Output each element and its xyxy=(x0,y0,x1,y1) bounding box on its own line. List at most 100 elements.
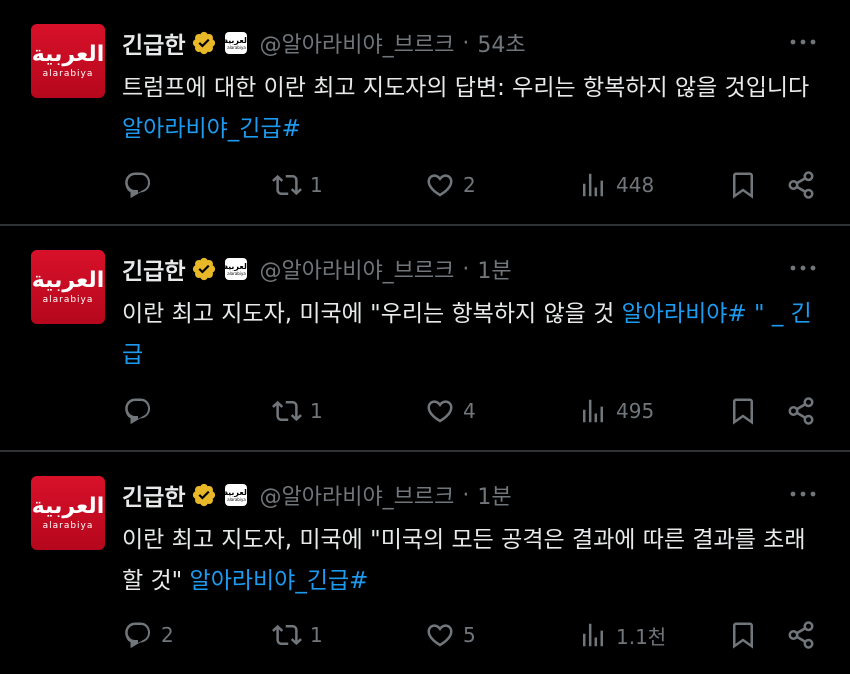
display-name[interactable]: 긴급한 xyxy=(122,478,185,512)
retweet-count: 1 xyxy=(310,173,323,197)
tweet[interactable]: العربية alarabiya 긴급한 العربية alarabiya … xyxy=(0,0,850,224)
affiliate-badge-latin: alarabiya xyxy=(227,45,246,50)
reply-icon xyxy=(125,398,151,425)
views-button[interactable]: 448 xyxy=(578,168,654,202)
separator-dot: · xyxy=(462,30,470,56)
bookmark-button[interactable] xyxy=(728,168,758,202)
hashtag-link[interactable]: 알아라비야_긴급# xyxy=(122,116,301,142)
more-icon[interactable] xyxy=(788,484,818,504)
views-count: 1.1천 xyxy=(616,624,667,649)
affiliate-badge-icon[interactable]: العربية alarabiya xyxy=(223,32,250,54)
verified-badge-icon[interactable] xyxy=(191,256,217,282)
affiliate-badge-arabic: العربية xyxy=(223,488,250,497)
reply-count: 2 xyxy=(161,623,174,647)
retweet-count: 1 xyxy=(310,399,323,423)
avatar[interactable]: العربية alarabiya xyxy=(31,250,105,324)
hashtag-link[interactable]: 알아라비야_긴급# xyxy=(190,568,369,594)
bookmark-icon xyxy=(733,172,753,199)
reply-button[interactable]: 2 xyxy=(123,618,174,652)
retweet-icon xyxy=(272,400,302,422)
bookmark-button[interactable] xyxy=(728,394,758,428)
reply-icon xyxy=(125,172,151,199)
share-button[interactable] xyxy=(786,618,816,652)
avatar[interactable]: العربية alarabiya xyxy=(31,476,105,550)
bookmark-icon xyxy=(733,622,753,649)
tweet[interactable]: العربية alarabiya 긴급한 العربية alarabiya … xyxy=(0,452,850,674)
views-icon xyxy=(583,623,603,647)
avatar-logo-latin: alarabiya xyxy=(42,521,94,531)
share-button[interactable] xyxy=(786,394,816,428)
like-icon xyxy=(427,400,453,423)
retweet-button[interactable]: 1 xyxy=(272,168,323,202)
retweet-count: 1 xyxy=(310,623,323,647)
more-icon[interactable] xyxy=(788,258,818,278)
affiliate-badge-latin: alarabiya xyxy=(227,271,246,276)
timestamp[interactable]: 54초 xyxy=(477,27,525,59)
bookmark-icon xyxy=(733,398,753,425)
retweet-button[interactable]: 1 xyxy=(272,618,323,652)
retweet-icon xyxy=(272,624,302,646)
reply-button[interactable] xyxy=(123,168,161,202)
views-count: 448 xyxy=(616,173,655,197)
avatar-logo-arabic: العربية xyxy=(31,494,105,519)
affiliate-badge-arabic: العربية xyxy=(223,36,250,45)
reply-button[interactable] xyxy=(123,394,161,428)
reply-icon xyxy=(125,622,151,649)
tweet-text: 이란 최고 지도자, 미국에 "미국의 모든 공격은 결과에 따른 결과를 초래… xyxy=(122,520,822,602)
verified-badge-icon[interactable] xyxy=(191,30,217,56)
display-name[interactable]: 긴급한 xyxy=(122,252,185,286)
like-icon xyxy=(427,624,453,647)
views-count: 495 xyxy=(616,399,655,423)
share-button[interactable] xyxy=(786,168,816,202)
affiliate-badge-arabic: العربية xyxy=(223,262,250,271)
share-icon xyxy=(788,171,814,199)
like-button[interactable]: 5 xyxy=(425,618,476,652)
tweet-header: 긴급한 العربية alarabiya @알아라비야_브르크 · 54초 xyxy=(122,26,526,60)
avatar-logo-latin: alarabiya xyxy=(42,295,94,305)
display-name[interactable]: 긴급한 xyxy=(122,26,185,60)
retweet-button[interactable]: 1 xyxy=(272,394,323,428)
tweet-text: 이란 최고 지도자, 미국에 "우리는 항복하지 않을 것 알아라비야# " _… xyxy=(122,294,822,376)
separator-dot: · xyxy=(462,482,470,508)
user-handle[interactable]: @알아라비야_브르크 xyxy=(259,27,454,59)
tweet-header: 긴급한 العربية alarabiya @알아라비야_브르크 · 1분 xyxy=(122,252,512,286)
action-bar: 1 2 448 xyxy=(0,168,850,202)
action-bar: 2 1 5 1.1천 xyxy=(0,618,850,652)
views-icon xyxy=(583,173,603,197)
verified-badge-icon[interactable] xyxy=(191,482,217,508)
like-count: 2 xyxy=(463,173,476,197)
like-button[interactable]: 2 xyxy=(425,168,476,202)
affiliate-badge-icon[interactable]: العربية alarabiya xyxy=(223,258,250,280)
affiliate-badge-latin: alarabiya xyxy=(227,497,246,502)
avatar[interactable]: العربية alarabiya xyxy=(31,24,105,98)
share-icon xyxy=(788,397,814,425)
avatar-logo-arabic: العربية xyxy=(31,42,105,67)
like-count: 5 xyxy=(463,623,476,647)
like-button[interactable]: 4 xyxy=(425,394,476,428)
tweet[interactable]: العربية alarabiya 긴급한 العربية alarabiya … xyxy=(0,226,850,450)
share-icon xyxy=(788,621,814,649)
avatar-logo-arabic: العربية xyxy=(31,268,105,293)
like-count: 4 xyxy=(463,399,476,423)
tweet-text-content: 이란 최고 지도자, 미국에 "우리는 항복하지 않을 것 xyxy=(122,301,622,327)
timestamp[interactable]: 1분 xyxy=(477,253,511,285)
more-icon[interactable] xyxy=(788,32,818,52)
bookmark-button[interactable] xyxy=(728,618,758,652)
tweet-header: 긴급한 العربية alarabiya @알아라비야_브르크 · 1분 xyxy=(122,478,512,512)
tweet-text-content: 트럼프에 대한 이란 최고 지도자의 답변: 우리는 항복하지 않을 것입니다 xyxy=(122,75,810,101)
tweet-text: 트럼프에 대한 이란 최고 지도자의 답변: 우리는 항복하지 않을 것입니다 … xyxy=(122,68,822,150)
user-handle[interactable]: @알아라비야_브르크 xyxy=(259,253,454,285)
views-icon xyxy=(583,399,603,423)
separator-dot: · xyxy=(462,256,470,282)
views-button[interactable]: 1.1천 xyxy=(578,618,666,652)
like-icon xyxy=(427,174,453,197)
retweet-icon xyxy=(272,174,302,196)
avatar-logo-latin: alarabiya xyxy=(42,69,94,79)
views-button[interactable]: 495 xyxy=(578,394,654,428)
action-bar: 1 4 495 xyxy=(0,394,850,428)
timestamp[interactable]: 1분 xyxy=(477,479,511,511)
tweet-divider xyxy=(0,224,850,226)
tweet-divider xyxy=(0,450,850,452)
user-handle[interactable]: @알아라비야_브르크 xyxy=(259,479,454,511)
affiliate-badge-icon[interactable]: العربية alarabiya xyxy=(223,484,250,506)
